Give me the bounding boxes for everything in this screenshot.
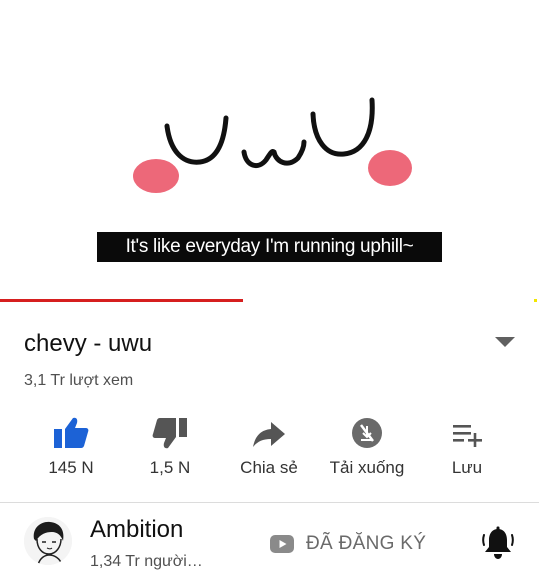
- dislike-button[interactable]: 1,5 N: [120, 410, 220, 490]
- subtitle-caption: It's like everyday I'm running uphill~: [97, 232, 442, 262]
- youtube-logo-icon: [270, 535, 294, 553]
- progress-bar-fill: [0, 299, 243, 302]
- avatar-drawing: [24, 517, 72, 565]
- save-label: Lưu: [451, 458, 483, 477]
- like-count: 145 N: [48, 458, 94, 477]
- progress-end-marker: [534, 299, 537, 302]
- like-button[interactable]: 145 N: [21, 410, 121, 490]
- thumbs-down-icon: [152, 418, 187, 449]
- save-button[interactable]: Lưu: [417, 410, 517, 490]
- channel-avatar[interactable]: [24, 517, 72, 565]
- notification-bell-icon[interactable]: [480, 525, 516, 561]
- thumbs-up-icon: [54, 417, 89, 448]
- share-icon: [253, 422, 285, 447]
- view-count: 3,1 Tr lượt xem: [24, 372, 134, 389]
- video-player[interactable]: It's like everyday I'm running uphill~: [0, 0, 539, 302]
- share-label: Chia sẻ: [240, 458, 298, 477]
- subscribed-button[interactable]: ĐÃ ĐĂNG KÝ: [270, 531, 426, 557]
- dislike-count: 1,5 N: [149, 458, 191, 477]
- right-eye: [310, 97, 375, 157]
- subscriber-count: 1,34 Tr người…: [90, 553, 203, 570]
- channel-row[interactable]: Ambition 1,34 Tr người… ĐÃ ĐĂNG KÝ: [0, 503, 539, 583]
- left-eye: [164, 115, 229, 165]
- channel-name[interactable]: Ambition: [90, 516, 183, 544]
- download-label: Tải xuống: [329, 458, 405, 477]
- left-blush: [133, 159, 179, 193]
- download-button[interactable]: Tải xuống: [317, 410, 417, 490]
- add-to-playlist-icon: [453, 425, 482, 447]
- chevron-down-icon[interactable]: [494, 336, 516, 348]
- mouth: [241, 139, 307, 169]
- download-icon: [352, 418, 382, 448]
- action-bar: 145 N 1,5 N Chia sẻ Tải xuống Lưu: [0, 410, 539, 490]
- progress-bar[interactable]: [0, 299, 539, 302]
- right-blush: [368, 150, 412, 186]
- video-title: chevy - uwu: [24, 330, 153, 357]
- share-button[interactable]: Chia sẻ: [219, 410, 319, 490]
- subscribed-label: ĐÃ ĐĂNG KÝ: [306, 533, 427, 554]
